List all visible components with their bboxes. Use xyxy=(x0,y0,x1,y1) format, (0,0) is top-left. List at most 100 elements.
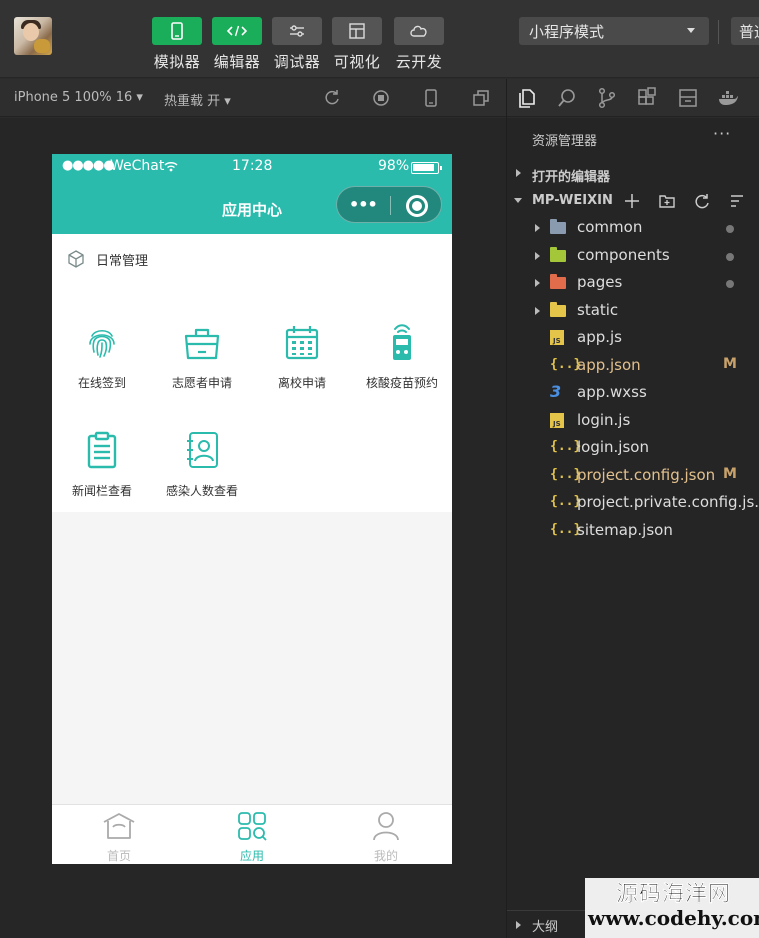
docker-icon[interactable] xyxy=(717,87,739,109)
tab-label: 应用 xyxy=(239,849,264,863)
chevron-right-icon xyxy=(535,279,540,287)
file-item[interactable]: common xyxy=(507,215,759,242)
refresh-explorer-icon[interactable] xyxy=(693,192,711,210)
json-file-icon: {..} xyxy=(550,439,582,454)
device-select[interactable]: iPhone 5 100% 16 ▾ xyxy=(14,90,143,105)
js-file-icon: JS xyxy=(550,412,568,430)
file-item[interactable]: {..} sitemap.json xyxy=(507,518,759,545)
file-item[interactable]: {..} project.config.json M xyxy=(507,463,759,490)
chevron-down-icon xyxy=(514,198,522,203)
file-name: components xyxy=(577,245,670,264)
close-mini-program-icon[interactable] xyxy=(406,195,428,217)
watermark: 源码海洋网 www.codehy.com xyxy=(588,876,759,930)
collapse-all-icon[interactable] xyxy=(728,192,746,210)
tab-label: 首页 xyxy=(106,849,131,863)
phone-icon xyxy=(152,17,202,45)
open-editors-section[interactable]: 打开的编辑器 xyxy=(507,161,759,187)
calendar-icon xyxy=(285,326,319,360)
tab-label: 我的 xyxy=(373,849,398,863)
visual-button[interactable]: 可视化 xyxy=(332,17,382,72)
debugger-button[interactable]: 调试器 xyxy=(272,17,322,72)
project-name: MP-WEIXIN xyxy=(532,193,613,208)
cube-icon xyxy=(68,250,84,268)
file-item[interactable]: {..} app.json M xyxy=(507,353,759,380)
git-status-badge: M xyxy=(723,355,737,372)
watermark-url: www.codehy.com xyxy=(588,906,759,930)
cloud-icon xyxy=(394,17,444,45)
file-item[interactable]: pages xyxy=(507,270,759,297)
grid-item-label: 核酸疫苗预约 xyxy=(365,376,438,390)
project-section[interactable]: MP-WEIXIN xyxy=(507,188,759,214)
file-item[interactable]: 3 app.wxss xyxy=(507,380,759,407)
source-control-icon[interactable] xyxy=(596,87,618,109)
grid-item-vaccine-booking[interactable]: 核酸疫苗预约 xyxy=(352,322,452,391)
grid-item-infection-count[interactable]: 感染人数查看 xyxy=(152,430,252,499)
files-icon[interactable] xyxy=(516,87,538,109)
carrier-name: WeChat xyxy=(110,158,165,174)
code-icon xyxy=(212,17,262,45)
grid-item-checkin[interactable]: 在线签到 xyxy=(52,322,152,391)
json-file-icon: {..} xyxy=(550,356,582,372)
chevron-right-icon xyxy=(516,169,521,177)
folder-icon xyxy=(550,219,568,237)
storage-icon[interactable] xyxy=(677,87,699,109)
layout-icon xyxy=(332,17,382,45)
phone-tab-bar: 首页 应用 我的 xyxy=(52,804,452,864)
file-name: pages xyxy=(577,273,623,291)
user-icon xyxy=(373,812,399,841)
grid-item-label: 志愿者申请 xyxy=(171,376,232,390)
grid-item-leave-school[interactable]: 离校申请 xyxy=(252,322,352,391)
mode-select[interactable]: 小程序模式 xyxy=(519,17,709,45)
grid-item-label: 感染人数查看 xyxy=(165,484,238,498)
grid-item-label: 新闻栏查看 xyxy=(71,484,132,498)
css-file-icon: 3 xyxy=(550,382,562,401)
chevron-down-icon xyxy=(687,28,695,33)
simulator-toolbar: iPhone 5 100% 16 ▾ 热重载 开 ▾ xyxy=(0,79,506,117)
file-item[interactable]: JS app.js xyxy=(507,325,759,352)
hot-reload-toggle[interactable]: 热重载 开 ▾ xyxy=(164,90,231,109)
js-file-icon: JS xyxy=(550,330,568,347)
more-actions-button[interactable]: ··· xyxy=(713,124,731,143)
toolbar-divider xyxy=(718,20,719,44)
tab-home[interactable]: 首页 xyxy=(79,811,159,864)
search-icon[interactable] xyxy=(556,87,578,109)
file-name: common xyxy=(577,218,643,236)
refresh-icon[interactable] xyxy=(322,88,342,108)
cloud-label: 云开发 xyxy=(395,53,443,71)
tab-profile[interactable]: 我的 xyxy=(346,811,426,864)
new-folder-icon[interactable] xyxy=(658,192,676,210)
cloud-button[interactable]: 云开发 xyxy=(394,17,444,72)
new-file-icon[interactable] xyxy=(623,192,641,210)
extensions-icon[interactable] xyxy=(636,87,658,109)
tab-apps[interactable]: 应用 xyxy=(212,811,292,864)
device-icon xyxy=(393,324,411,360)
editor-button[interactable]: 编辑器 xyxy=(212,17,262,72)
phone-preview-icon[interactable] xyxy=(421,88,441,108)
file-item[interactable]: components xyxy=(507,243,759,270)
grid-item-label: 在线签到 xyxy=(77,376,126,390)
simulator-button[interactable]: 模拟器 xyxy=(152,17,202,72)
explorer-title: 资源管理器 xyxy=(532,134,598,149)
file-item[interactable]: {..} login.json xyxy=(507,435,759,462)
contact-book-icon xyxy=(187,432,218,468)
grid-item-news[interactable]: 新闻栏查看 xyxy=(52,430,152,499)
file-item[interactable]: {..} project.private.config.js... xyxy=(507,490,759,517)
user-avatar[interactable] xyxy=(14,17,52,55)
file-item[interactable]: static xyxy=(507,298,759,325)
detach-window-icon[interactable] xyxy=(471,88,491,108)
editor-label: 编辑器 xyxy=(213,53,261,71)
more-menu-button[interactable]: ••• xyxy=(349,195,378,214)
watermark-title: 源码海洋网 xyxy=(615,881,731,907)
file-name: static xyxy=(577,300,619,319)
signal-indicator: ●●●●● xyxy=(62,158,115,173)
file-item[interactable]: JS login.js xyxy=(507,408,759,435)
modified-dot xyxy=(726,225,734,233)
stop-icon[interactable] xyxy=(371,88,391,108)
compile-mode-button[interactable]: 普通 xyxy=(731,17,759,45)
file-explorer: 资源管理器 ··· 打开的编辑器 MP-WEIXIN common compone… xyxy=(507,118,759,938)
file-name: login.js xyxy=(577,410,631,429)
phone-status-bar: ●●●●● WeChat 17:28 98% xyxy=(52,154,452,182)
grid-item-volunteer[interactable]: 志愿者申请 xyxy=(152,322,252,391)
simulator-label: 模拟器 xyxy=(153,53,201,71)
file-name: app.js xyxy=(577,328,622,346)
